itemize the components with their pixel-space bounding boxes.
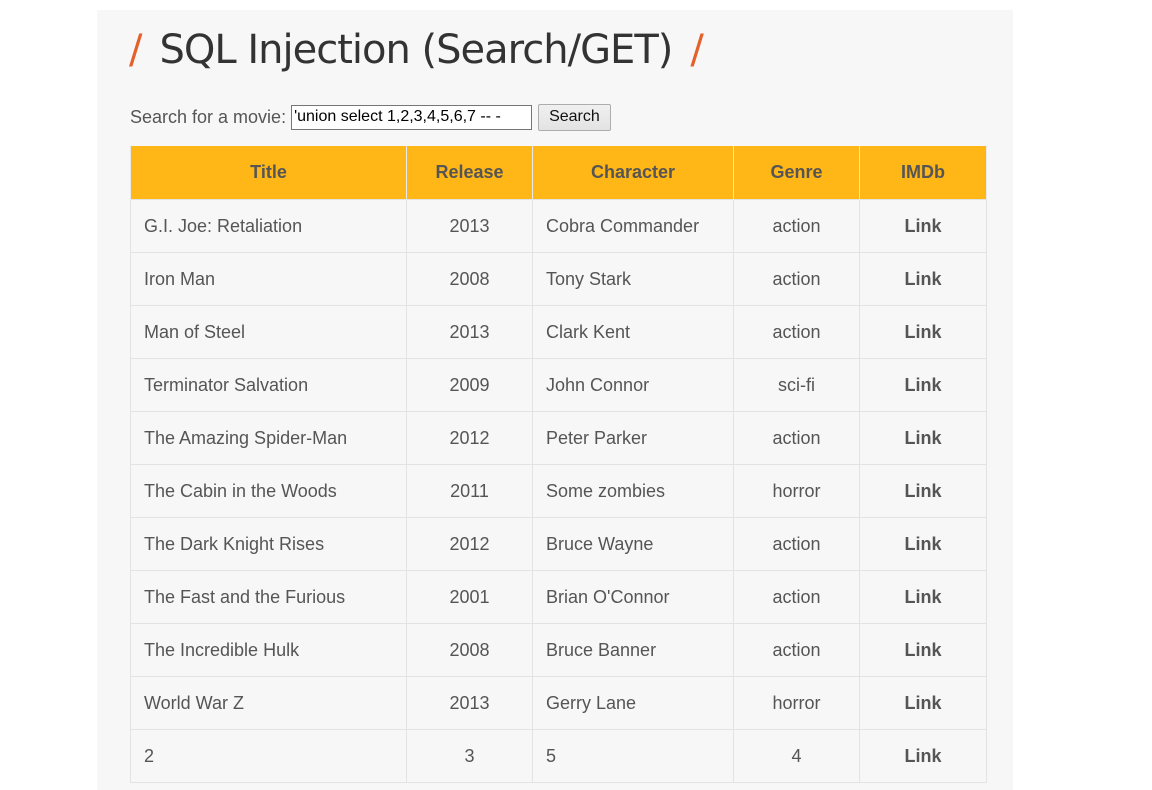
imdb-link[interactable]: Link	[904, 269, 941, 289]
cell-release: 2012	[406, 517, 533, 571]
table-row: The Cabin in the Woods 2011 Some zombies ho…	[130, 464, 987, 518]
cell-release: 2012	[406, 411, 533, 465]
cell-imdb: Link	[859, 676, 987, 730]
cell-imdb: Link	[859, 729, 987, 783]
cell-imdb: Link	[859, 517, 987, 571]
title-slash-left: /	[129, 27, 143, 73]
page-title-text: SQL Injection (Search/GET)	[159, 27, 673, 73]
cell-character: 5	[532, 729, 734, 783]
imdb-link[interactable]: Link	[904, 587, 941, 607]
table-row: 2 3 5 4 Link	[130, 729, 987, 783]
cell-character: Gerry Lane	[532, 676, 734, 730]
search-input[interactable]	[291, 104, 533, 130]
table-row: Terminator Salvation 2009 John Connor sci-f…	[130, 358, 987, 412]
cell-release: 2013	[406, 199, 533, 253]
cell-imdb: Link	[859, 570, 987, 624]
cell-imdb: Link	[859, 411, 987, 465]
imdb-link[interactable]: Link	[904, 481, 941, 501]
cell-genre: horror	[733, 676, 860, 730]
cell-genre: 4	[733, 729, 860, 783]
imdb-link[interactable]: Link	[904, 216, 941, 236]
table-header-row: Title Release Character Genre IMDb	[130, 146, 987, 200]
imdb-link[interactable]: Link	[904, 640, 941, 660]
cell-title: The Amazing Spider-Man	[130, 411, 407, 465]
cell-character: Bruce Wayne	[532, 517, 734, 571]
cell-release: 2013	[406, 676, 533, 730]
cell-imdb: Link	[859, 358, 987, 412]
table-row: The Dark Knight Rises 2012 Bruce Wayne acti…	[130, 517, 987, 571]
table-row: G.I. Joe: Retaliation 2013 Cobra Commander…	[130, 199, 987, 253]
cell-genre: action	[733, 252, 860, 306]
cell-title: Man of Steel	[130, 305, 407, 359]
cell-release: 2008	[406, 623, 533, 677]
cell-genre: action	[733, 411, 860, 465]
cell-genre: action	[733, 199, 860, 253]
search-label: Search for a movie:	[130, 106, 287, 127]
cell-title: G.I. Joe: Retaliation	[130, 199, 407, 253]
column-header-release: Release	[406, 146, 533, 200]
cell-release: 2001	[406, 570, 533, 624]
title-slash-right: /	[690, 27, 704, 73]
cell-title: The Cabin in the Woods	[130, 464, 407, 518]
cell-genre: sci-fi	[733, 358, 860, 412]
cell-character: Cobra Commander	[532, 199, 734, 253]
cell-title: Terminator Salvation	[130, 358, 407, 412]
cell-character: Some zombies	[532, 464, 734, 518]
table-body: G.I. Joe: Retaliation 2013 Cobra Commander…	[130, 199, 987, 783]
column-header-genre: Genre	[733, 146, 860, 200]
table-row: The Amazing Spider-Man 2012 Peter Parker ac…	[130, 411, 987, 465]
column-header-title: Title	[130, 146, 407, 200]
imdb-link[interactable]: Link	[904, 534, 941, 554]
cell-imdb: Link	[859, 464, 987, 518]
cell-release: 3	[406, 729, 533, 783]
imdb-link[interactable]: Link	[904, 322, 941, 342]
cell-release: 2008	[406, 252, 533, 306]
cell-character: Bruce Banner	[532, 623, 734, 677]
cell-release: 2009	[406, 358, 533, 412]
imdb-link[interactable]: Link	[904, 428, 941, 448]
cell-character: Clark Kent	[532, 305, 734, 359]
search-form: Search for a movie: Search	[130, 103, 611, 131]
cell-imdb: Link	[859, 199, 987, 253]
cell-character: Tony Stark	[532, 252, 734, 306]
page-title: / SQL Injection (Search/GET) /	[129, 24, 704, 76]
cell-genre: action	[733, 517, 860, 571]
imdb-link[interactable]: Link	[904, 693, 941, 713]
cell-imdb: Link	[859, 305, 987, 359]
cell-character: John Connor	[532, 358, 734, 412]
cell-title: The Dark Knight Rises	[130, 517, 407, 571]
movies-table: Title Release Character Genre IMDb G.I. …	[130, 146, 987, 783]
cell-genre: action	[733, 305, 860, 359]
column-header-character: Character	[532, 146, 734, 200]
cell-title: World War Z	[130, 676, 407, 730]
table-row: Man of Steel 2013 Clark Kent action Link	[130, 305, 987, 359]
cell-title: The Fast and the Furious	[130, 570, 407, 624]
content-panel: / SQL Injection (Search/GET) / Search for …	[97, 10, 1013, 790]
search-button[interactable]: Search	[538, 103, 611, 131]
cell-release: 2011	[406, 464, 533, 518]
imdb-link[interactable]: Link	[904, 746, 941, 766]
cell-title: Iron Man	[130, 252, 407, 306]
table-row: World War Z 2013 Gerry Lane horror Link	[130, 676, 987, 730]
cell-character: Peter Parker	[532, 411, 734, 465]
table-row: The Incredible Hulk 2008 Bruce Banner actio…	[130, 623, 987, 677]
cell-title: The Incredible Hulk	[130, 623, 407, 677]
cell-genre: action	[733, 623, 860, 677]
imdb-link[interactable]: Link	[904, 375, 941, 395]
cell-title: 2	[130, 729, 407, 783]
cell-character: Brian O'Connor	[532, 570, 734, 624]
cell-release: 2013	[406, 305, 533, 359]
table-row: The Fast and the Furious 2001 Brian O'Conn…	[130, 570, 987, 624]
cell-genre: horror	[733, 464, 860, 518]
cell-imdb: Link	[859, 252, 987, 306]
cell-genre: action	[733, 570, 860, 624]
table-row: Iron Man 2008 Tony Stark action Link	[130, 252, 987, 306]
column-header-imdb: IMDb	[859, 146, 987, 200]
cell-imdb: Link	[859, 623, 987, 677]
